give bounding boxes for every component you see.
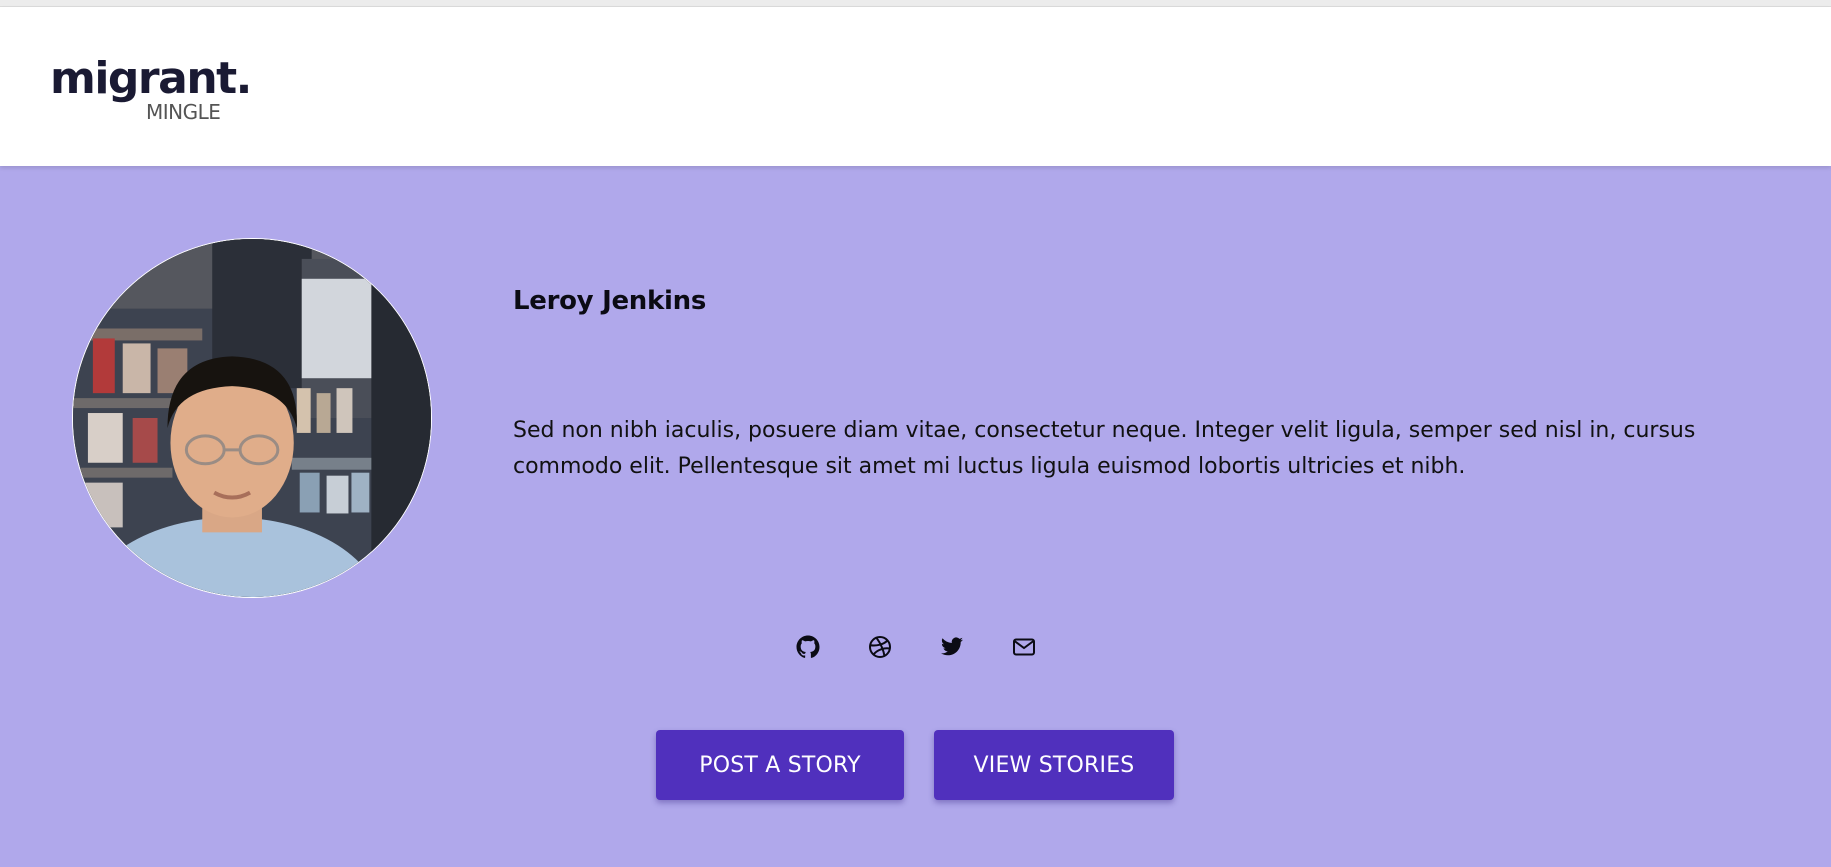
dribbble-link[interactable] [862,629,898,665]
twitter-link[interactable] [934,629,970,665]
avatar [72,238,432,598]
profile-section: Leroy Jenkins Sed non nibh iaculis, posu… [0,166,1831,867]
dribbble-icon [869,636,891,658]
post-story-button[interactable]: POST A STORY [656,730,904,800]
browser-top-edge [0,0,1831,7]
profile-bio: Sed non nibh iaculis, posuere diam vitae… [513,418,1696,479]
profile-name: Leroy Jenkins [513,286,706,316]
github-icon [796,635,820,658]
brand-logo[interactable]: migrant. MINGLE [50,53,252,124]
view-stories-button[interactable]: VIEW STORIES [934,730,1174,800]
mail-link[interactable] [1006,629,1042,665]
mail-icon [1013,638,1035,656]
site-header: migrant. MINGLE [0,7,1831,166]
brand-tagline: MINGLE [146,100,221,124]
brand-name: migrant. [50,53,252,104]
github-link[interactable] [790,629,826,665]
user-photo-icon [73,239,431,597]
twitter-icon [941,637,963,656]
social-links [790,629,1070,665]
